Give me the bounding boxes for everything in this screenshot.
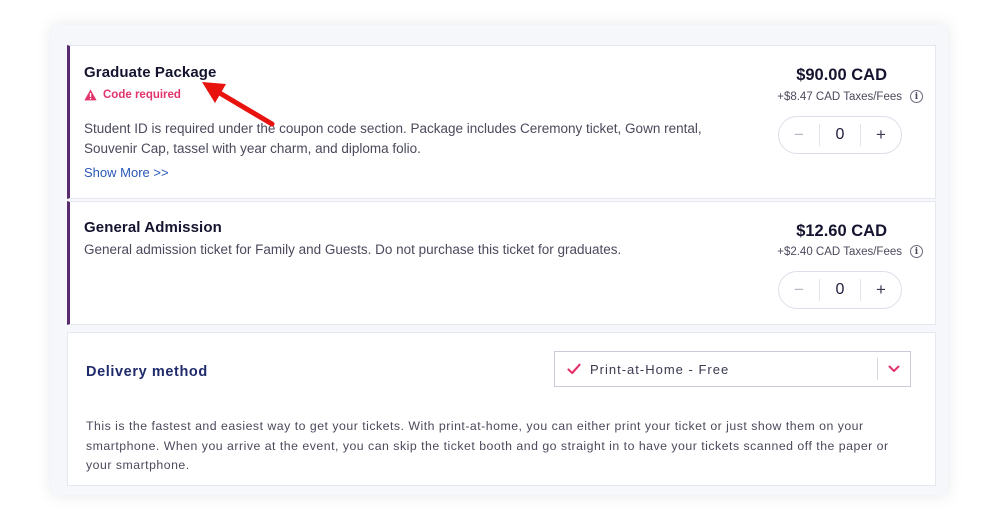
ticket-description: General admission ticket for Family and …	[84, 242, 622, 257]
quantity-value[interactable]: 0	[819, 279, 861, 301]
info-icon[interactable]: i	[910, 90, 923, 103]
quantity-stepper: − 0 +	[778, 271, 902, 309]
delivery-section: Delivery method Print-at-Home - Free	[67, 332, 936, 405]
delivery-method-label: Delivery method	[86, 364, 208, 380]
decrement-button[interactable]: −	[779, 117, 819, 153]
ticket-name: General Admission	[84, 219, 222, 236]
delivery-selected-value: Print-at-Home - Free	[590, 361, 730, 377]
warning-text: Code required	[103, 89, 181, 101]
decrement-button[interactable]: −	[779, 272, 819, 308]
fees-text: +$2.40 CAD Taxes/Fees	[777, 245, 902, 258]
increment-button[interactable]: +	[861, 272, 901, 308]
fees-text: +$8.47 CAD Taxes/Fees	[777, 90, 902, 103]
show-more-link[interactable]: Show More >>	[84, 165, 169, 180]
ticket-name: Graduate Package	[84, 64, 217, 81]
ticket-general-admission: General Admission General admission tick…	[67, 201, 936, 325]
delivery-description: This is the fastest and easiest way to g…	[67, 404, 936, 486]
delivery-method-select[interactable]: Print-at-Home - Free	[554, 351, 911, 387]
taxes-fees: +$8.47 CAD Taxes/Fees i	[777, 90, 923, 103]
taxes-fees: +$2.40 CAD Taxes/Fees i	[777, 245, 923, 258]
quantity-stepper: − 0 +	[778, 116, 902, 154]
ticket-description: Student ID is required under the coupon …	[84, 121, 702, 156]
info-icon[interactable]: i	[910, 245, 923, 258]
quantity-value[interactable]: 0	[819, 124, 861, 146]
warning-triangle-icon	[84, 89, 97, 101]
ticket-price: $12.60 CAD	[796, 222, 887, 240]
chevron-down-icon[interactable]	[878, 365, 910, 373]
increment-button[interactable]: +	[861, 117, 901, 153]
code-required-warning: Code required	[84, 89, 181, 101]
ticket-graduate-package: Graduate Package Code required Student I…	[67, 45, 936, 199]
ticket-price: $90.00 CAD	[796, 66, 887, 84]
checkmark-icon	[567, 363, 581, 375]
